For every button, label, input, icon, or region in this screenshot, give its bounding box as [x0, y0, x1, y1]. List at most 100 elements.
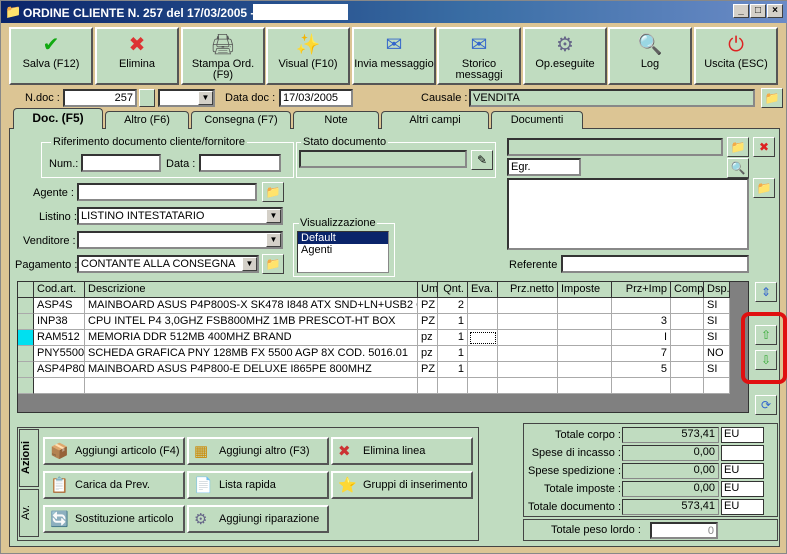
referente-field[interactable] — [561, 255, 749, 273]
tab-1[interactable]: Altro (F6) — [105, 111, 189, 129]
action-button-6[interactable]: 🔄 Sostituzione articolo — [43, 505, 185, 533]
grid-cell[interactable]: SI — [704, 330, 730, 346]
pencil-icon[interactable]: ✎ — [471, 150, 493, 170]
grid-cell[interactable] — [558, 346, 612, 362]
grid-cell[interactable]: INP38 — [34, 314, 85, 330]
column-header[interactable]: Imposte — [558, 282, 612, 298]
grid-cell[interactable] — [671, 362, 704, 378]
toolbar-button-0[interactable]: ✔ Salva (F12) — [9, 27, 93, 85]
ndoc-button[interactable] — [139, 89, 155, 107]
refresh-icon[interactable]: ⟳ — [755, 395, 777, 415]
column-header[interactable]: Cod.art. — [34, 282, 85, 298]
tab-av[interactable]: Av. — [19, 489, 39, 537]
grid-cell[interactable] — [671, 330, 704, 346]
pagamento-select[interactable]: CONTANTE ALLA CONSEGNA ▼ — [77, 255, 259, 273]
grid-cell[interactable] — [612, 378, 671, 394]
datadoc-field[interactable]: 17/03/2005 — [279, 89, 353, 107]
grid-cell[interactable] — [558, 298, 612, 314]
grid-cell[interactable] — [671, 378, 704, 394]
grid-cell[interactable] — [558, 362, 612, 378]
toolbar-button-1[interactable]: ✖ Elimina — [95, 27, 179, 85]
table-row[interactable]: INP38 CPU INTEL P4 3,0GHZ FSB800MHZ 1MB P… — [18, 314, 730, 330]
table-row[interactable] — [18, 378, 730, 394]
grid-cell[interactable] — [498, 346, 558, 362]
stato-field[interactable] — [299, 150, 467, 168]
close-button[interactable]: × — [767, 4, 783, 18]
series-select[interactable]: ▼ — [158, 89, 215, 107]
column-header[interactable]: Comp. — [671, 282, 704, 298]
chevron-down-icon[interactable]: ▼ — [242, 257, 257, 271]
grid-cell[interactable] — [671, 346, 704, 362]
row-selector[interactable] — [18, 362, 34, 378]
column-header[interactable]: Prz+Imp — [612, 282, 671, 298]
grid-cell[interactable]: 7 — [612, 346, 671, 362]
grid-cell[interactable] — [558, 330, 612, 346]
grid-cell[interactable]: ASP4S — [34, 298, 85, 314]
vis-option-agenti[interactable]: Agenti — [298, 244, 388, 256]
table-row[interactable]: ASP4P80 MAINBOARD ASUS P4P800-E DELUXE I8… — [18, 362, 730, 378]
grid-cell[interactable] — [671, 298, 704, 314]
grid-cell[interactable]: SI — [704, 362, 730, 378]
grid-cell[interactable]: I — [612, 330, 671, 346]
grid-cell[interactable] — [418, 378, 438, 394]
causale-field[interactable]: VENDITA — [469, 89, 755, 107]
grid-cell[interactable]: SCHEDA GRAFICA PNY 128MB FX 5500 AGP 8X … — [85, 346, 418, 362]
grid-cell[interactable]: 1 — [438, 314, 468, 330]
grid-cell[interactable] — [558, 378, 612, 394]
action-button-3[interactable]: 📋 Carica da Prev. — [43, 471, 185, 499]
column-header[interactable]: Qnt. — [438, 282, 468, 298]
grid-cell[interactable] — [612, 298, 671, 314]
grid-cell[interactable] — [468, 378, 498, 394]
tab-4[interactable]: Altri campi — [381, 111, 489, 129]
row-selector[interactable] — [18, 282, 34, 298]
grid-cell[interactable] — [704, 378, 730, 394]
toolbar-button-4[interactable]: ✉ Invia messaggio — [352, 27, 436, 85]
row-selector[interactable] — [18, 346, 34, 362]
tab-0[interactable]: Doc. (F5) — [13, 108, 103, 129]
action-button-5[interactable]: ⭐ Gruppi di inserimento — [331, 471, 473, 499]
row-selector[interactable] — [18, 298, 34, 314]
total-unit[interactable] — [721, 445, 764, 461]
grid-cell[interactable]: pz — [418, 346, 438, 362]
grid-cell[interactable] — [34, 378, 85, 394]
grid-cell[interactable] — [468, 362, 498, 378]
grid-cell[interactable] — [498, 378, 558, 394]
toolbar-button-5[interactable]: ✉ Storico messaggi — [437, 27, 521, 85]
action-button-0[interactable]: 📦 Aggiungi articolo (F4) — [43, 437, 185, 465]
vis-option-default[interactable]: Default — [298, 232, 388, 244]
column-header[interactable]: Eva. — [468, 282, 498, 298]
vis-list[interactable]: Default Agenti — [297, 231, 389, 273]
grid-cell[interactable] — [498, 362, 558, 378]
agente-field[interactable] — [77, 183, 257, 201]
grid-cell[interactable]: ASP4P80 — [34, 362, 85, 378]
chevron-down-icon[interactable]: ▼ — [266, 233, 281, 247]
grid-cell[interactable] — [498, 314, 558, 330]
venditore-select[interactable]: ▼ — [77, 231, 283, 249]
grid-cell[interactable] — [468, 298, 498, 314]
grid-cell[interactable] — [85, 378, 418, 394]
folder-icon[interactable]: 📁 — [753, 178, 775, 198]
grid-cell[interactable]: RAM512 — [34, 330, 85, 346]
data-field[interactable] — [199, 154, 281, 172]
table-row[interactable]: ASP4S MAINBOARD ASUS P4P800S-X SK478 I848… — [18, 298, 730, 314]
grid-cell[interactable]: 1 — [438, 330, 468, 346]
grid-cell[interactable]: MAINBOARD ASUS P4P800-E DELUXE I865PE 80… — [85, 362, 418, 378]
grid-cell[interactable]: SI — [704, 314, 730, 330]
minimize-button[interactable]: _ — [733, 4, 749, 18]
grid-cell[interactable] — [468, 314, 498, 330]
grid-cell[interactable]: PNY5500 — [34, 346, 85, 362]
move-up-icon[interactable]: ⇧ — [755, 325, 777, 345]
grid-cell[interactable]: MAINBOARD ASUS P4P800S-X SK478 I848 ATX … — [85, 298, 418, 314]
articles-grid[interactable]: Cod.art. Descrizione Um Qnt. Eva. Prz.netto Im… — [17, 281, 749, 413]
column-header[interactable]: Um — [418, 282, 438, 298]
search-person-icon[interactable]: 🔍 — [727, 158, 749, 178]
grid-cell[interactable] — [468, 330, 498, 346]
row-selector[interactable] — [18, 330, 34, 346]
toolbar-button-2[interactable]: 🖨 Stampa Ord.(F9) — [181, 27, 265, 85]
cliente-name-field[interactable] — [507, 138, 723, 156]
peso-field[interactable]: 0 — [650, 522, 718, 539]
sort-arrows-icon[interactable]: ⇕ — [755, 282, 777, 302]
grid-cell[interactable]: NO — [704, 346, 730, 362]
row-selector[interactable] — [18, 378, 34, 394]
table-row[interactable]: RAM512 MEMORIA DDR 512MB 400MHZ BRAND pz 1 I… — [18, 330, 730, 346]
